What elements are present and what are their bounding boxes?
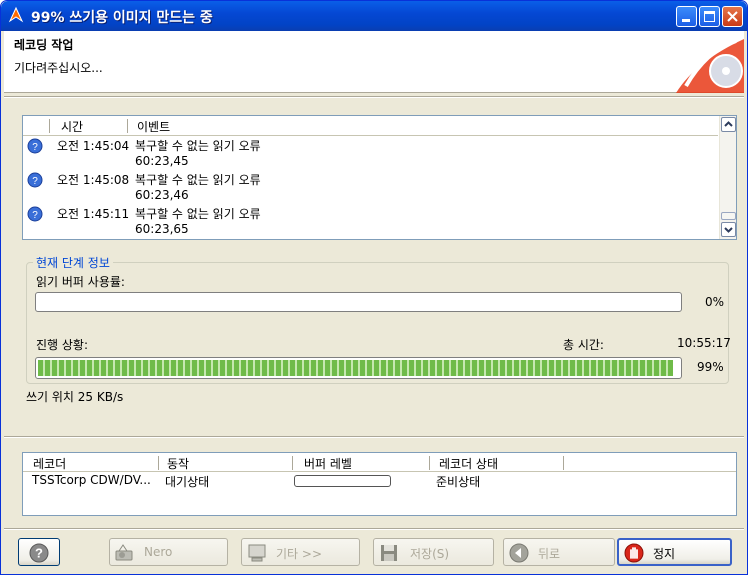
event-message: 복구할 수 없는 읽기 오류 [135, 207, 261, 221]
event-value: 60:23,65 [135, 222, 189, 236]
event-row[interactable]: ? 오전 1:45:04 복구할 수 없는 읽기 오류 60:23,45 [23, 136, 718, 170]
column-header-recorder[interactable]: 레코더 [33, 455, 66, 472]
event-list-scrollbar[interactable] [719, 116, 736, 239]
event-value: 60:23,45 [135, 154, 189, 168]
buffer-usage-bar [35, 292, 682, 312]
stop-hand-icon [624, 543, 644, 563]
recorder-status: 준비상태 [436, 475, 481, 489]
event-message: 복구할 수 없는 읽기 오류 [135, 139, 261, 153]
info-icon: ? [27, 138, 43, 154]
scroll-thumb[interactable] [721, 212, 736, 220]
column-header-action[interactable]: 동작 [167, 455, 189, 472]
minimize-button[interactable] [676, 6, 697, 27]
recording-window: 99% 쓰기용 이미지 만드는 중 레코딩 작업 기다려주십시오... 시간 이… [0, 0, 748, 575]
column-header-time[interactable]: 시간 [61, 118, 83, 135]
title-bar[interactable]: 99% 쓰기용 이미지 만드는 중 [1, 1, 747, 31]
event-time: 오전 1:45:04 [57, 139, 130, 153]
stop-button-label: 정지 [653, 547, 676, 561]
nero-button-label: Nero [144, 545, 173, 559]
recorder-name: TSSTcorp CDW/DV... [32, 473, 151, 487]
event-row[interactable]: ? 오전 1:45:11 복구할 수 없는 읽기 오류 60:23,65 [23, 204, 718, 238]
back-button-label: 뒤로 [538, 547, 561, 561]
column-header-recorder-status[interactable]: 레코더 상태 [439, 455, 498, 472]
save-button[interactable]: 저장(S) [373, 538, 494, 566]
svg-text:?: ? [32, 142, 38, 153]
scroll-up-button[interactable] [721, 117, 736, 132]
column-header-event[interactable]: 이벤트 [137, 118, 170, 135]
maximize-icon [704, 11, 715, 22]
write-progress-percent: 99% [697, 360, 724, 374]
other-button-label: 기타 >> [276, 547, 323, 561]
write-progress-fill [38, 360, 673, 376]
divider [4, 528, 744, 530]
recorder-list[interactable]: 레코더 동작 버퍼 레벨 레코더 상태 TSSTcorp CDW/DV... 대… [22, 452, 737, 516]
nero-logo-icon [676, 39, 744, 93]
column-separator [127, 119, 128, 133]
recorder-buffer-level-bar [294, 475, 391, 487]
window-title: 99% 쓰기용 이미지 만드는 중 [31, 10, 213, 26]
header-title: 레코딩 작업 [14, 38, 74, 52]
event-value: 60:23,46 [135, 188, 189, 202]
close-button[interactable] [722, 6, 743, 27]
svg-text:?: ? [32, 176, 38, 187]
write-speed: 쓰기 위치 25 KB/s [26, 390, 124, 404]
event-message: 복구할 수 없는 읽기 오류 [135, 173, 261, 187]
progress-label: 진행 상황: [36, 338, 89, 352]
event-row[interactable]: ? 오전 1:45:08 복구할 수 없는 읽기 오류 60:23,46 [23, 170, 718, 204]
recorder-list-header: 레코더 동작 버퍼 레벨 레코더 상태 [23, 453, 736, 472]
buffer-usage-percent: 0% [705, 295, 725, 309]
column-separator [563, 456, 564, 470]
back-arrow-icon [509, 543, 529, 563]
floppy-disk-icon [381, 545, 397, 561]
scroll-down-button[interactable] [721, 222, 736, 237]
help-icon: ? [29, 543, 49, 563]
event-time: 오전 1:45:08 [57, 173, 130, 187]
info-icon: ? [27, 206, 43, 222]
column-header-buffer-level[interactable]: 버퍼 레벨 [304, 455, 352, 472]
chevron-up-icon [724, 121, 733, 127]
event-time: 오전 1:45:11 [57, 207, 130, 221]
current-phase-legend: 현재 단계 정보 [33, 254, 113, 271]
help-button[interactable]: ? [18, 538, 60, 566]
info-icon: ? [27, 172, 43, 188]
column-separator [158, 456, 159, 470]
svg-text:?: ? [32, 210, 38, 221]
column-separator [429, 456, 430, 470]
nero-express-icon [115, 544, 133, 561]
buffer-usage-label: 읽기 버퍼 사용률: [36, 275, 125, 289]
stop-button[interactable]: 정지 [617, 538, 732, 566]
header-panel: 레코딩 작업 기다려주십시오... [4, 31, 744, 93]
monitor-icon [248, 544, 266, 562]
help-glyph: ? [35, 546, 43, 561]
column-separator [49, 119, 50, 133]
chevron-down-icon [724, 227, 733, 233]
save-button-label: 저장(S) [410, 547, 450, 561]
divider [4, 96, 744, 98]
recorder-action: 대기상태 [165, 475, 210, 489]
total-time-label: 총 시간: [563, 338, 604, 352]
column-separator [292, 456, 293, 470]
total-time-value: 10:55:17 [677, 336, 731, 350]
nero-flame-icon [8, 6, 24, 23]
event-list[interactable]: 시간 이벤트 ? 오전 1:45:04 복구할 수 없는 읽기 오류 60:23… [22, 115, 737, 240]
divider [4, 436, 744, 438]
write-progress-bar [35, 357, 682, 379]
nero-button[interactable]: Nero [109, 538, 228, 566]
minimize-icon [682, 19, 690, 22]
close-icon [727, 11, 738, 22]
header-subtitle: 기다려주십시오... [14, 61, 103, 75]
event-list-header: 시간 이벤트 [23, 116, 718, 136]
other-button[interactable]: 기타 >> [241, 538, 360, 566]
back-button[interactable]: 뒤로 [503, 538, 615, 566]
maximize-button[interactable] [699, 6, 720, 27]
